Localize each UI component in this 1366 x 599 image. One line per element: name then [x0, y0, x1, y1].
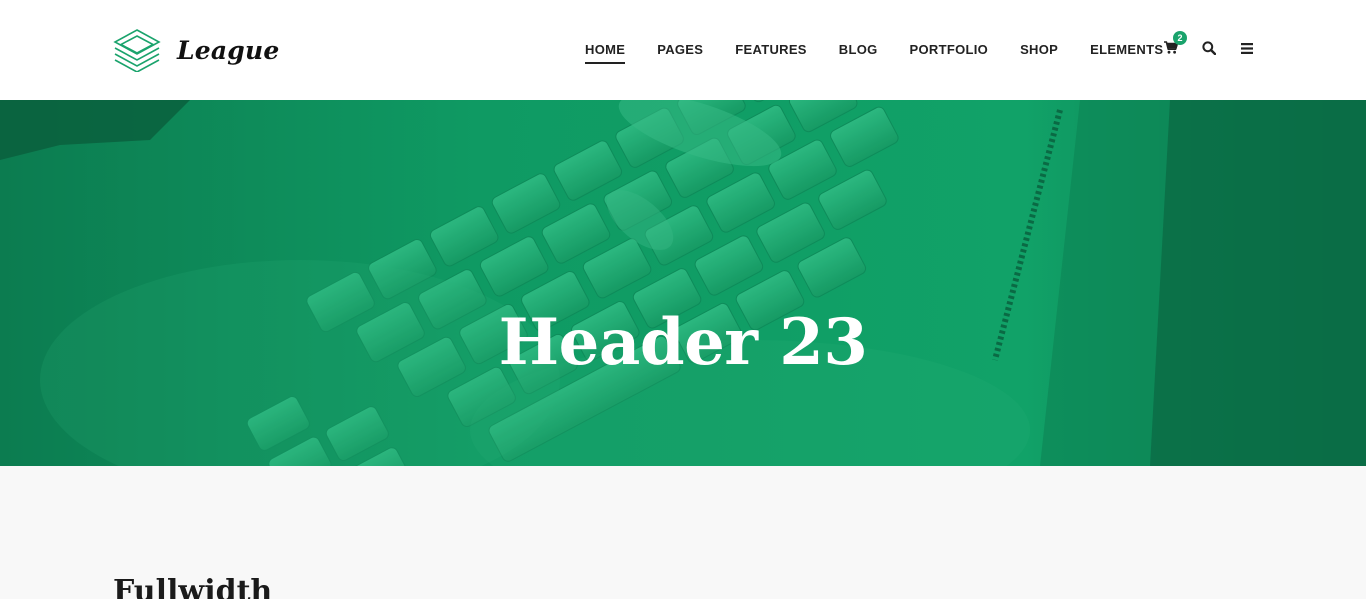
- search-button[interactable]: [1198, 39, 1220, 61]
- brand-name: League: [177, 35, 280, 65]
- header-icon-group: 2: [1160, 0, 1258, 100]
- hero-banner: Header 23: [0, 100, 1366, 466]
- main-navigation: HOME PAGES FEATURES BLOG PORTFOLIO SHOP …: [569, 0, 1179, 100]
- section-heading: Fullwidth: [113, 574, 273, 599]
- hero-title: Header 23: [498, 305, 868, 380]
- nav-item-portfolio[interactable]: PORTFOLIO: [894, 0, 1005, 100]
- cart-count-badge: 2: [1173, 31, 1187, 45]
- cart-button[interactable]: 2: [1160, 31, 1187, 61]
- site-header: League HOME PAGES FEATURES BLOG PORTFOLI…: [0, 0, 1366, 100]
- nav-item-pages[interactable]: PAGES: [641, 0, 719, 100]
- nav-item-blog[interactable]: BLOG: [823, 0, 894, 100]
- stacked-layers-icon: [113, 28, 161, 72]
- nav-item-home[interactable]: HOME: [569, 0, 641, 100]
- hamburger-menu-icon: [1241, 41, 1253, 59]
- nav-item-shop[interactable]: SHOP: [1004, 0, 1074, 100]
- search-icon: [1202, 40, 1217, 60]
- menu-toggle-button[interactable]: [1236, 39, 1258, 61]
- page-content: Fullwidth: [0, 466, 1366, 599]
- keyboard-background-image: [0, 100, 1366, 466]
- nav-item-features[interactable]: FEATURES: [719, 0, 823, 100]
- brand-logo-link[interactable]: League: [113, 28, 279, 72]
